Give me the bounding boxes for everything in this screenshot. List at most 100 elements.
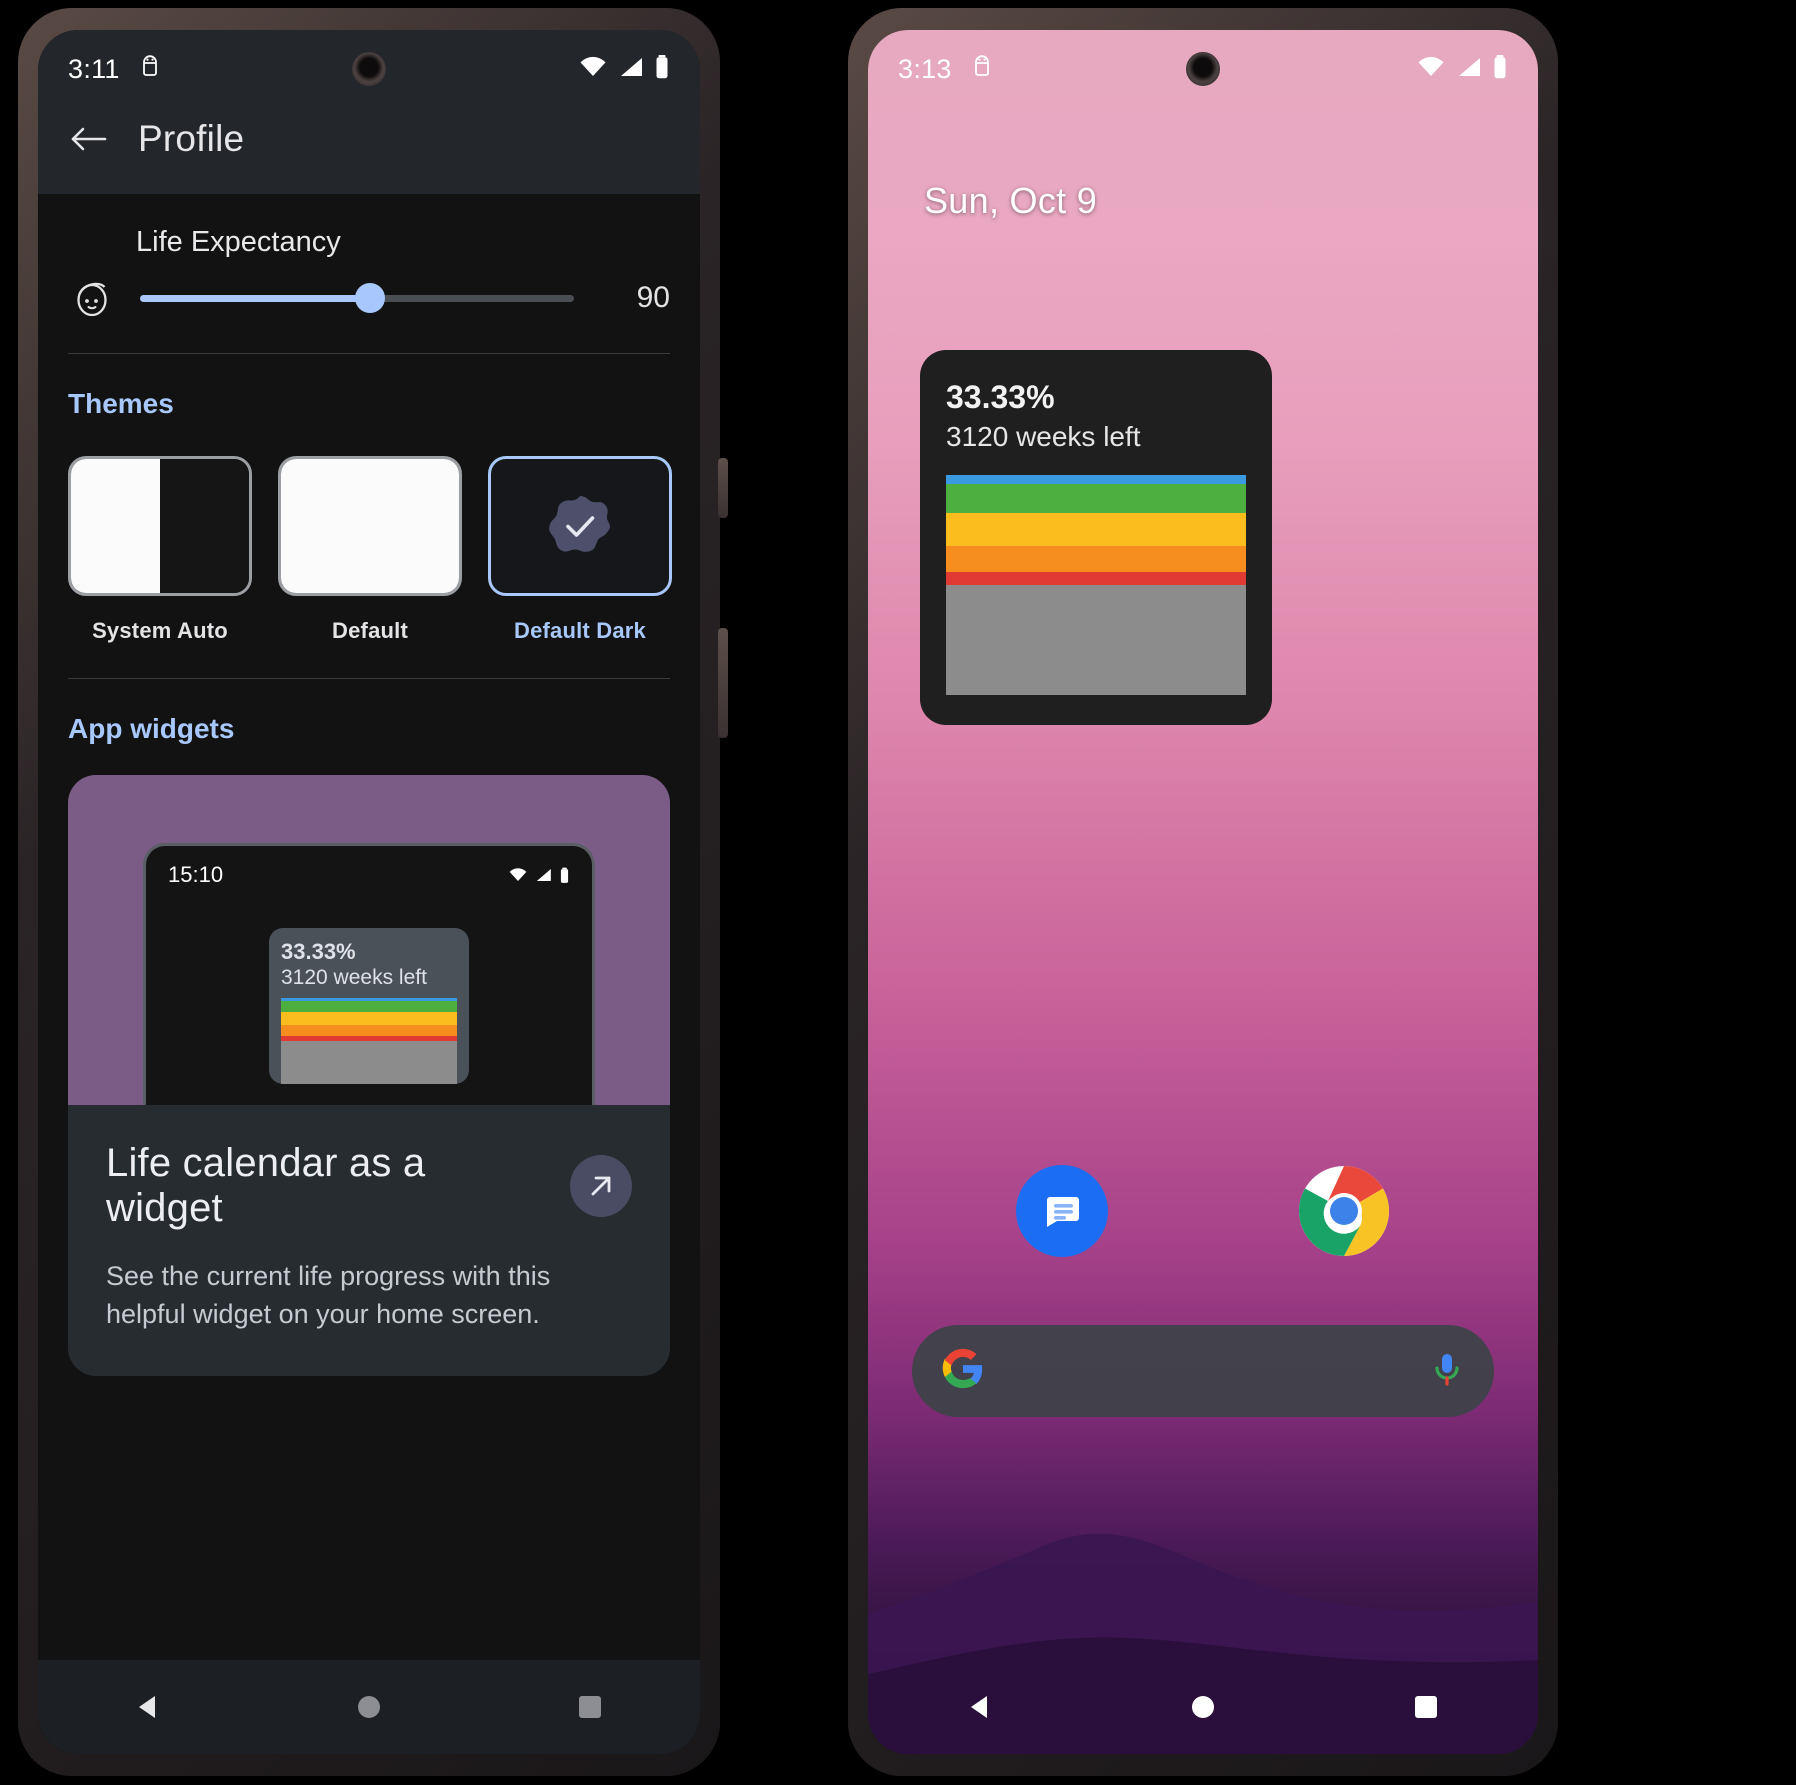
nav-home-icon[interactable] — [329, 1677, 409, 1737]
chrome-app-icon[interactable] — [1298, 1165, 1390, 1257]
progress-band-remaining — [946, 585, 1246, 696]
widget-promo-card[interactable]: 15:10 33.33% 3120 weeks left Life calend… — [68, 775, 670, 1376]
status-time: 3:13 — [898, 53, 952, 84]
nav-bar-right — [868, 1660, 1538, 1754]
life-expectancy-row: 90 — [68, 275, 670, 321]
signal-icon — [1455, 55, 1483, 84]
status-bar-right-left-group: 3:13 — [898, 54, 994, 85]
wifi-icon — [1416, 55, 1446, 84]
progress-band-yellow — [281, 1012, 457, 1026]
front-camera-icon — [352, 52, 386, 86]
widget-weeks-left: 3120 weeks left — [946, 421, 1141, 453]
app-widgets-section-title: App widgets — [68, 713, 235, 744]
settings-panel: Life Expectancy 90 Themes System Auto De… — [38, 194, 700, 1376]
mini-widget-progress-bars — [281, 997, 457, 1084]
google-search-bar[interactable] — [912, 1325, 1494, 1417]
page-title: Profile — [138, 118, 245, 159]
theme-label-default-dark: Default Dark — [514, 618, 646, 643]
theme-option-default-dark[interactable]: Default Dark — [488, 456, 672, 644]
battery-icon — [654, 54, 670, 85]
theme-option-system-auto[interactable]: System Auto — [68, 456, 252, 644]
swatch-dark-half — [160, 459, 249, 593]
nav-bar-left — [38, 1660, 700, 1754]
screenshot-stage: 3:11 Profile Life Expectancy 90 Themes S… — [0, 0, 1796, 1785]
progress-band-orange — [281, 1025, 457, 1036]
progress-band-green — [946, 483, 1246, 513]
signal-icon — [617, 55, 645, 84]
widget-preview-area: 15:10 33.33% 3120 weeks left — [68, 775, 670, 1105]
profile-content: Life Expectancy 90 Themes System Auto De… — [38, 194, 700, 1754]
themes-section-title: Themes — [68, 388, 174, 419]
phone-left-power-button[interactable] — [718, 458, 728, 518]
slider-fill — [140, 294, 371, 302]
status-bar-right: 3:13 — [868, 30, 1538, 108]
back-arrow-icon[interactable] — [68, 119, 108, 159]
progress-band-red — [946, 571, 1246, 586]
status-bar-left-group: 3:11 — [68, 54, 162, 85]
theme-swatch-default-dark — [488, 456, 672, 596]
left-screen: 3:11 Profile Life Expectancy 90 Themes S… — [38, 30, 700, 1754]
swatch-light-full — [281, 459, 459, 593]
nav-recents-icon[interactable] — [550, 1677, 630, 1737]
arrow-up-right-icon[interactable] — [570, 1155, 632, 1217]
mini-status-bar: 15:10 — [146, 846, 592, 888]
swatch-light-half — [71, 459, 160, 593]
battery-icon — [560, 867, 569, 883]
life-expectancy-label: Life Expectancy — [136, 226, 341, 258]
progress-band-yellow — [946, 512, 1246, 546]
nav-recents-icon[interactable] — [1386, 1677, 1466, 1737]
progress-band-remaining — [281, 1040, 457, 1084]
themes-options: System Auto Default Default Dark — [68, 420, 672, 644]
widget-promo-description: See the current life progress with this … — [106, 1261, 551, 1330]
widget-percent: 33.33% — [946, 379, 1055, 415]
life-calendar-widget[interactable]: 33.33% 3120 weeks left — [920, 350, 1272, 726]
life-expectancy-slider[interactable] — [140, 280, 574, 316]
home-date-label[interactable]: Sun, Oct 9 — [924, 180, 1097, 222]
life-expectancy-value: 90 — [636, 281, 670, 314]
progress-band-green — [281, 1001, 457, 1013]
life-expectancy-setting: Life Expectancy 90 — [68, 194, 670, 343]
widget-progress-bars — [946, 475, 1246, 696]
theme-swatch-system-auto — [68, 456, 252, 596]
mini-widget-percent: 33.33% — [281, 939, 356, 964]
theme-label-default: Default — [332, 618, 408, 643]
face-icon — [68, 275, 114, 321]
theme-label-system-auto: System Auto — [92, 618, 228, 643]
progress-band-blue — [946, 475, 1246, 484]
mini-status-icons — [508, 867, 570, 884]
phone-right-home-screen: 3:13 Sun, Oct 9 33.33% 3120 weeks left — [848, 8, 1558, 1776]
status-bar-left: 3:11 — [38, 30, 700, 108]
nav-home-icon[interactable] — [1163, 1677, 1243, 1737]
dock — [868, 1165, 1538, 1257]
check-badge-icon — [547, 493, 613, 559]
mini-life-widget: 33.33% 3120 weeks left — [269, 928, 469, 1084]
phone-left-volume-button[interactable] — [718, 628, 728, 738]
widget-promo-title: Life calendar as a widget — [106, 1141, 426, 1230]
messages-app-icon[interactable] — [1016, 1165, 1108, 1257]
wifi-icon — [578, 55, 608, 84]
android-debug-icon — [970, 54, 994, 85]
nav-back-icon[interactable] — [108, 1677, 188, 1737]
microphone-icon[interactable] — [1428, 1349, 1466, 1394]
slider-thumb[interactable] — [355, 283, 386, 313]
theme-swatch-default — [278, 456, 462, 596]
mini-widget-weeks: 3120 weeks left — [281, 965, 427, 989]
status-bar-right-right-group — [1416, 54, 1508, 85]
widget-promo-header: Life calendar as a widget — [106, 1141, 632, 1231]
phone-left-profile-screen: 3:11 Profile Life Expectancy 90 Themes S… — [18, 8, 728, 1776]
signal-icon — [536, 869, 551, 881]
app-bar-row: Profile — [38, 108, 700, 160]
mini-status-time: 15:10 — [168, 862, 224, 887]
app-bar: 3:11 Profile — [38, 30, 700, 194]
theme-option-default[interactable]: Default — [278, 456, 462, 644]
mini-phone-mockup: 15:10 33.33% 3120 weeks left — [143, 843, 595, 1105]
widget-promo-text: Life calendar as a widget See the curren… — [68, 1105, 670, 1376]
wifi-icon — [509, 868, 527, 881]
nav-back-icon[interactable] — [940, 1677, 1020, 1737]
battery-icon — [1492, 54, 1508, 85]
progress-band-orange — [946, 545, 1246, 572]
right-screen: 3:13 Sun, Oct 9 33.33% 3120 weeks left — [868, 30, 1538, 1754]
android-debug-icon — [138, 54, 162, 85]
status-time: 3:11 — [68, 53, 120, 84]
google-g-icon — [940, 1346, 986, 1397]
